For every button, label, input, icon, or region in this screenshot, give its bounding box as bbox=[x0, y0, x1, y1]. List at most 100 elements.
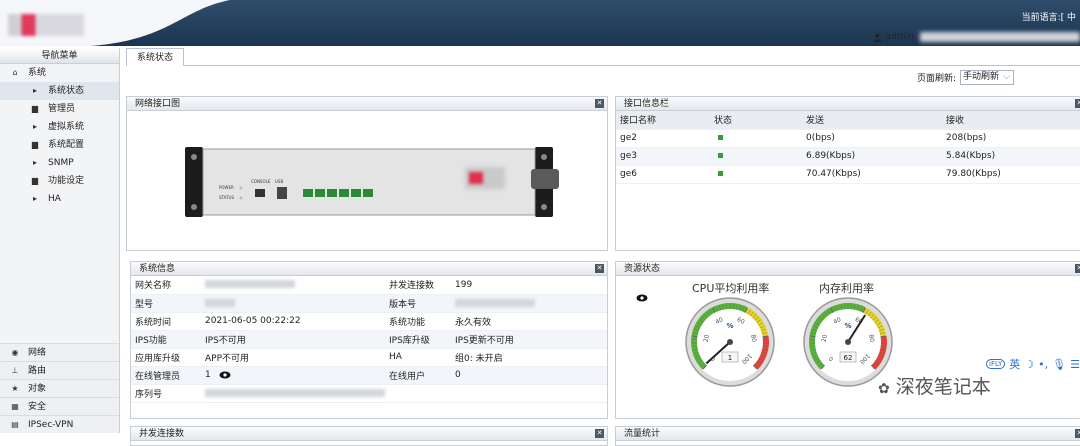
close-icon[interactable]: ✕ bbox=[595, 264, 604, 273]
field-value-text: APP不可用 bbox=[205, 354, 249, 364]
sidebar-item[interactable]: ▸SNMP bbox=[0, 154, 119, 172]
wechat-icon: ✿ bbox=[878, 381, 890, 397]
field-label: 在线用户 bbox=[385, 366, 451, 384]
sidebar-item[interactable]: ◉网络 bbox=[0, 343, 119, 361]
send-rate: 0(bps) bbox=[802, 129, 942, 147]
traffic-panel: 流量统计 ✕ bbox=[615, 426, 1080, 446]
caret-right-icon: ▸ bbox=[28, 190, 42, 208]
panel-header: 并发连接数 ✕ bbox=[131, 427, 607, 441]
field-label: 型号 bbox=[131, 294, 201, 312]
refresh-select[interactable]: 手动刷新 ⌵ bbox=[960, 70, 1014, 85]
close-icon[interactable]: ✕ bbox=[1075, 429, 1080, 438]
sidebar-item[interactable]: ⌂ 系统 bbox=[0, 64, 119, 82]
sidebar-item[interactable]: ⊥路由 bbox=[0, 361, 119, 379]
send-rate: 70.47(Kbps) bbox=[802, 165, 942, 183]
sidebar-item-label: HA bbox=[48, 190, 61, 208]
field-value-text: 组0: 未开启 bbox=[455, 354, 503, 364]
network-icon: ⊥ bbox=[8, 362, 22, 380]
punctuation-icon[interactable]: •, bbox=[1038, 358, 1048, 371]
sidebar-item[interactable]: ▸ 系统状态 bbox=[0, 82, 119, 100]
usb-label: USB bbox=[275, 179, 283, 184]
field-value-text: 2021-06-05 00:22:22 bbox=[205, 316, 301, 326]
gauge-tick-label: 80 bbox=[749, 334, 757, 343]
field-label: 应用库升级 bbox=[131, 348, 201, 366]
field-label: IPS库升级 bbox=[385, 330, 451, 348]
panel-title: 网络接口图 bbox=[135, 99, 180, 109]
field-value: 1 bbox=[201, 366, 385, 384]
panel-title: 资源状态 bbox=[624, 264, 660, 274]
sidebar-item[interactable]: ▸虚拟系统 bbox=[0, 118, 119, 136]
cpu-gauge: 020406080100%1 bbox=[682, 294, 778, 390]
username[interactable]: admin bbox=[886, 32, 914, 42]
menu-icon[interactable]: ☰ bbox=[1070, 358, 1080, 371]
sidebar-item[interactable]: ▸ HA bbox=[0, 190, 119, 208]
field-label: 网关名称 bbox=[131, 276, 201, 294]
status-cell bbox=[710, 147, 802, 165]
sidebar-item-label: 管理员 bbox=[48, 100, 75, 118]
recv-rate: 5.84(Kbps) bbox=[942, 147, 1080, 165]
refresh-label: 页面刷新: bbox=[917, 71, 956, 84]
table-row: 系统时间2021-06-05 00:22:22系统功能永久有效 bbox=[131, 312, 607, 330]
caret-right-icon: ▸ bbox=[28, 82, 42, 100]
ime-language[interactable]: 英 bbox=[1009, 356, 1020, 372]
sidebar-item[interactable]: ▆功能设定 bbox=[0, 172, 119, 190]
field-label-text: IPS功能 bbox=[135, 336, 167, 346]
chevron-down-icon: ⌵ bbox=[1003, 71, 1010, 84]
sidebar-item-label: 功能设定 bbox=[48, 172, 84, 190]
close-icon[interactable]: ✕ bbox=[1075, 264, 1080, 273]
status-up-icon bbox=[718, 153, 723, 158]
top-header: 当前语言:[ 中 admin bbox=[0, 0, 1080, 46]
tab-system-status[interactable]: 系统状态 bbox=[126, 48, 184, 66]
sidebar: 导航菜单 ⌂系统▸系统状态▆管理员▸虚拟系统▆系统配置▸SNMP▆功能设定▸HA… bbox=[0, 48, 120, 433]
star-icon: ★ bbox=[8, 380, 22, 398]
table-row: 序列号 bbox=[131, 384, 607, 402]
interface-diagram-panel: 网络接口图 ✕ POWER STATUS CONSOLE USB bbox=[126, 96, 608, 251]
close-icon[interactable]: ✕ bbox=[595, 99, 604, 108]
field-value-text: 永久有效 bbox=[455, 318, 491, 328]
close-icon[interactable]: ✕ bbox=[1075, 99, 1080, 108]
microphone-icon[interactable]: 🎙 bbox=[1052, 358, 1066, 371]
sidebar-item[interactable]: ▆系统配置 bbox=[0, 136, 119, 154]
sidebar-item[interactable]: ▦安全 bbox=[0, 397, 119, 415]
eye-icon[interactable] bbox=[636, 294, 648, 302]
moon-icon[interactable]: ☽ bbox=[1024, 358, 1034, 371]
sidebar-item[interactable]: ★对象 bbox=[0, 379, 119, 397]
panel-header: 流量统计 ✕ bbox=[616, 427, 1080, 441]
language-label[interactable]: 当前语言:[ 中 bbox=[1022, 10, 1076, 23]
table-row: 网关名称 并发连接数199 bbox=[131, 276, 607, 294]
table-row: 型号版本号 bbox=[131, 294, 607, 312]
close-icon[interactable]: ✕ bbox=[595, 429, 604, 438]
power-label: POWER bbox=[219, 185, 234, 190]
status-cell bbox=[710, 165, 802, 183]
interface-name: ge2 bbox=[616, 129, 710, 147]
sidebar-item-label: 系统状态 bbox=[48, 82, 84, 100]
system-info-table: 网关名称 并发连接数199型号版本号系统时间2021-06-05 00:22:22… bbox=[131, 276, 607, 403]
field-label-text: HA bbox=[389, 352, 402, 362]
redacted-value bbox=[205, 389, 385, 397]
device-front-panel: POWER STATUS CONSOLE USB bbox=[185, 147, 565, 219]
watermark-text: 深夜笔记本 bbox=[896, 376, 991, 398]
table-row: ge2 0(bps) 208(bps) bbox=[616, 129, 1080, 147]
interface-name: ge6 bbox=[616, 165, 710, 183]
sidebar-item[interactable]: ▆管理员 bbox=[0, 100, 119, 118]
refresh-row: 页面刷新: 手动刷新 ⌵ bbox=[126, 66, 1080, 88]
eye-icon[interactable] bbox=[219, 371, 231, 379]
gauge-tick-label: 20 bbox=[703, 334, 711, 343]
sidebar-item-label: SNMP bbox=[48, 154, 74, 172]
sidebar-item-label: 系统 bbox=[28, 64, 46, 82]
field-value-text: IPS更新不可用 bbox=[455, 336, 514, 346]
panel-header: 资源状态 ✕ bbox=[616, 262, 1080, 276]
sidebar-item[interactable]: ▤IPSec-VPN bbox=[0, 415, 119, 433]
field-value: 199 bbox=[451, 276, 607, 294]
ime-toolbar[interactable]: iFLY 英 ☽ •, 🎙 ☰ bbox=[986, 356, 1080, 372]
server-icon: ▤ bbox=[8, 416, 22, 434]
home-icon: ⌂ bbox=[8, 64, 22, 82]
field-value: IPS更新不可用 bbox=[451, 330, 607, 348]
field-label-text: IPS库升级 bbox=[389, 336, 430, 346]
field-label-text: 网关名称 bbox=[135, 281, 171, 291]
panel-header: 系统信息 ✕ bbox=[131, 262, 607, 276]
field-label: 并发连接数 bbox=[385, 276, 451, 294]
user-info-redacted bbox=[920, 32, 1080, 42]
field-value bbox=[451, 384, 607, 402]
panel-header: 接口信息栏 ✕ bbox=[616, 97, 1080, 111]
